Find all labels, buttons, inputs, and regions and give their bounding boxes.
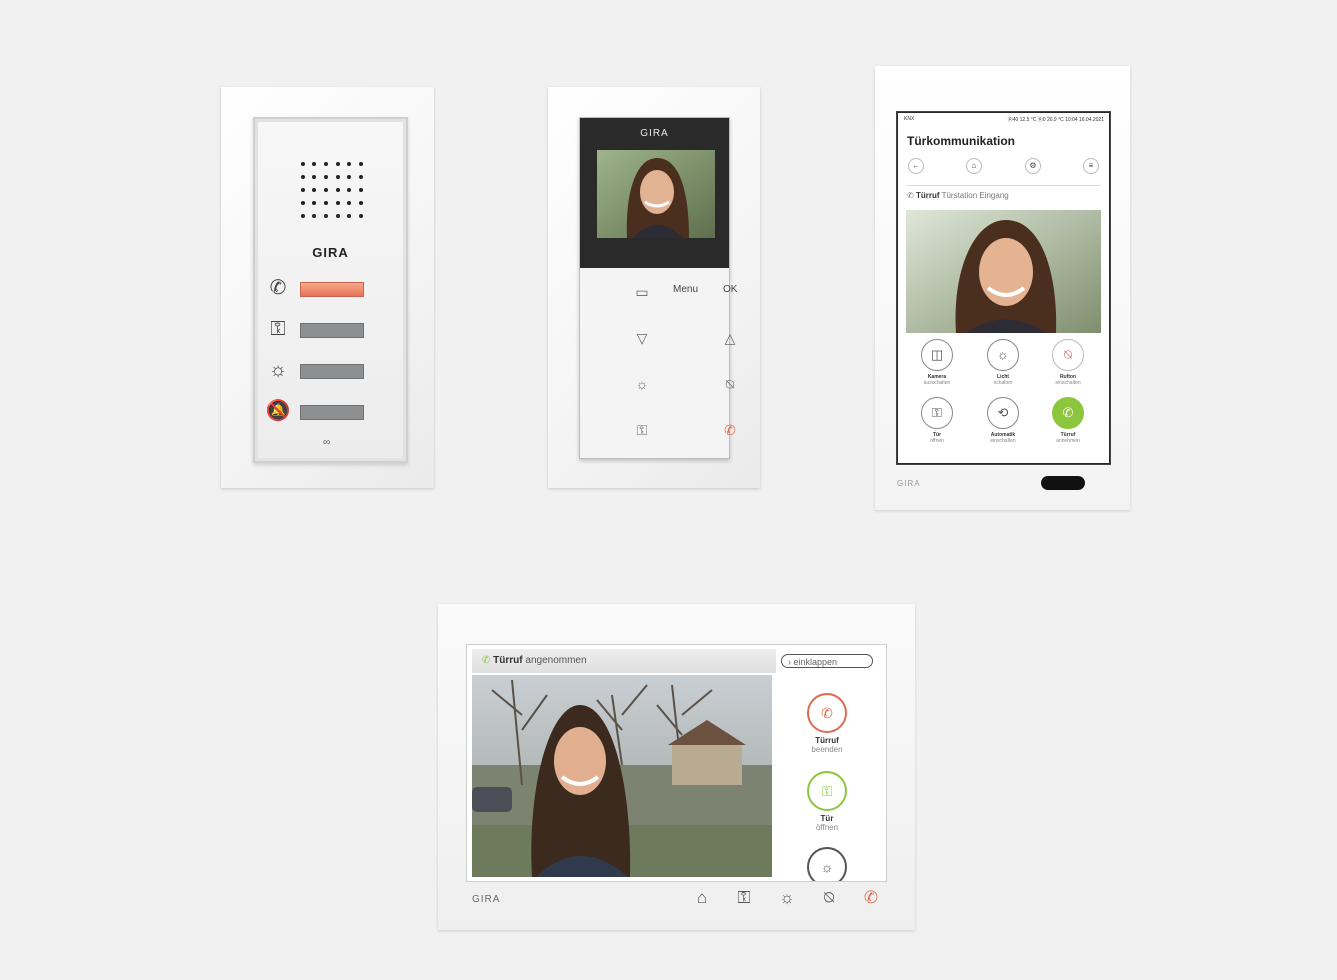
end-call-button[interactable]: ✆ Türruf beenden bbox=[807, 693, 847, 754]
speaker-grille bbox=[297, 157, 367, 223]
key-icon[interactable]: ⚿ bbox=[731, 888, 757, 908]
handset-icon: ✆ bbox=[482, 655, 494, 666]
divider bbox=[906, 185, 1101, 186]
phonebook-icon[interactable]: ▭ bbox=[632, 284, 652, 301]
screen-bezel: GIRA bbox=[580, 118, 729, 268]
call-label: Türruf bbox=[493, 655, 523, 666]
light-icon: ☼ bbox=[268, 359, 288, 381]
home-icon[interactable]: ⌂ bbox=[689, 888, 715, 908]
light-icon[interactable]: ☼ bbox=[774, 888, 800, 908]
video-insert: GIRA ▭ Menu OK ▽ △ ☼ ⍉ ⚿ ✆ bbox=[579, 117, 737, 459]
automatic-key-icon: ⟲ bbox=[987, 397, 1019, 429]
intercom-insert: GIRA ✆ ⚿ ☼ 🔕 ∞ bbox=[253, 117, 408, 463]
light-switch-button[interactable]: ☼ Licht schalten bbox=[973, 339, 1033, 386]
handset-icon: ✆ bbox=[1052, 397, 1084, 429]
status-bar: KNX Ⓡ40 12.5 °C Ⓡ0 20.9 °C 10:04 16.04.2… bbox=[904, 116, 1104, 123]
call-label: Türruf bbox=[915, 191, 940, 200]
light-button[interactable]: ☼ bbox=[807, 847, 847, 881]
key-icon: ⚿ bbox=[921, 397, 953, 429]
menu-icon[interactable]: ≡ bbox=[1083, 158, 1099, 174]
panel-display: KNX Ⓡ40 12.5 °C Ⓡ0 20.9 °C 10:04 16.04.2… bbox=[897, 112, 1110, 464]
status-knx: KNX bbox=[904, 116, 915, 122]
page-title: Türkommunikation bbox=[907, 134, 1016, 148]
handset-icon[interactable]: ✆ bbox=[858, 888, 884, 908]
video-intercom-device: GIRA ▭ Menu OK ▽ △ ☼ ⍉ ⚿ ✆ bbox=[548, 87, 760, 488]
menu-button[interactable]: Menu bbox=[673, 284, 698, 295]
action-sublabel: ausschalten bbox=[923, 380, 951, 386]
camera-icon: ◫ bbox=[921, 339, 953, 371]
back-icon[interactable]: ← bbox=[908, 158, 924, 174]
brand-logo: GIRA bbox=[640, 128, 669, 139]
arrow-up-icon[interactable]: △ bbox=[720, 330, 740, 347]
brand-logo: GIRA bbox=[897, 479, 921, 488]
light-button[interactable] bbox=[300, 364, 364, 379]
link-icon: ∞ bbox=[323, 437, 331, 448]
settings-icon[interactable]: ⚙ bbox=[1025, 158, 1041, 174]
collapse-button[interactable]: › einklappen bbox=[781, 654, 873, 668]
collapse-label: einklappen bbox=[793, 657, 838, 667]
touch-panel-landscape: ✆ Türruf angenommen › einklappen ✆ Türru… bbox=[438, 604, 915, 930]
camera-off-button[interactable]: ◫ Kamera ausschalten bbox=[907, 339, 967, 386]
bell-mute-icon: ⍉ bbox=[1052, 339, 1084, 371]
light-icon: ☼ bbox=[807, 847, 847, 881]
accept-call-button[interactable]: ✆ Türruf annehmen bbox=[1038, 397, 1098, 444]
bell-mute-icon[interactable]: ⍉ bbox=[816, 888, 842, 908]
panel-display: ✆ Türruf angenommen › einklappen ✆ Türru… bbox=[466, 644, 887, 882]
status-info: Ⓡ40 12.5 °C Ⓡ0 20.9 °C 10:04 16.04.2021 bbox=[1007, 117, 1104, 123]
handset-icon: ✆ bbox=[907, 191, 916, 200]
call-state: angenommen bbox=[525, 655, 587, 666]
bell-mute-icon: 🔕 bbox=[265, 400, 291, 422]
door-open-button[interactable] bbox=[300, 323, 364, 338]
handset-icon[interactable]: ✆ bbox=[720, 422, 740, 439]
brand-logo: GIRA bbox=[472, 894, 501, 905]
door-open-button[interactable]: ⚿ Tür öffnen bbox=[907, 397, 967, 444]
action-sublabel: annehmen bbox=[1056, 438, 1080, 444]
action-sublabel: öffnen bbox=[930, 438, 944, 444]
touch-panel-portrait: KNX Ⓡ40 12.5 °C Ⓡ0 20.9 °C 10:04 16.04.2… bbox=[875, 66, 1130, 510]
arrow-down-icon[interactable]: ▽ bbox=[632, 330, 652, 347]
key-icon: ⚿ bbox=[270, 318, 286, 340]
door-open-button[interactable]: ⚿ Tür öffnen bbox=[807, 771, 847, 832]
camera-image bbox=[472, 675, 772, 877]
button-sublabel: beenden bbox=[811, 745, 843, 754]
camera-image bbox=[906, 210, 1101, 333]
proximity-sensor bbox=[1041, 476, 1085, 490]
action-sublabel: einschalten bbox=[990, 438, 1016, 444]
bell-mute-icon[interactable]: ⍉ bbox=[720, 376, 740, 393]
key-icon[interactable]: ⚿ bbox=[632, 422, 652, 439]
call-source: Türstation Eingang bbox=[941, 191, 1009, 200]
ok-button[interactable]: OK bbox=[723, 284, 737, 295]
button-sublabel: öffnen bbox=[815, 823, 839, 832]
button-label: Tür bbox=[820, 814, 834, 823]
automatic-on-button[interactable]: ⟲ Automatik einschalten bbox=[973, 397, 1033, 444]
action-sublabel: schalten bbox=[993, 380, 1013, 386]
key-icon: ⚿ bbox=[807, 771, 847, 811]
ringtone-on-button[interactable]: ⍉ Rufton einschalten bbox=[1038, 339, 1098, 386]
mute-button[interactable] bbox=[300, 405, 364, 420]
action-sublabel: einschalten bbox=[1055, 380, 1081, 386]
brand-logo: GIRA bbox=[312, 245, 349, 260]
home-icon[interactable]: ⌂ bbox=[966, 158, 982, 174]
light-icon[interactable]: ☼ bbox=[632, 376, 652, 392]
hangup-icon: ✆ bbox=[807, 693, 847, 733]
camera-preview bbox=[597, 150, 715, 238]
button-label: Türruf bbox=[815, 736, 839, 745]
handset-icon: ✆ bbox=[269, 277, 287, 299]
call-banner: ✆ Türruf Türstation Eingang bbox=[907, 191, 1009, 200]
call-button[interactable] bbox=[300, 282, 364, 297]
audio-intercom-device: GIRA ✆ ⚿ ☼ 🔕 ∞ bbox=[221, 87, 434, 488]
call-status-header: ✆ Türruf angenommen bbox=[472, 649, 776, 673]
light-icon: ☼ bbox=[987, 339, 1019, 371]
